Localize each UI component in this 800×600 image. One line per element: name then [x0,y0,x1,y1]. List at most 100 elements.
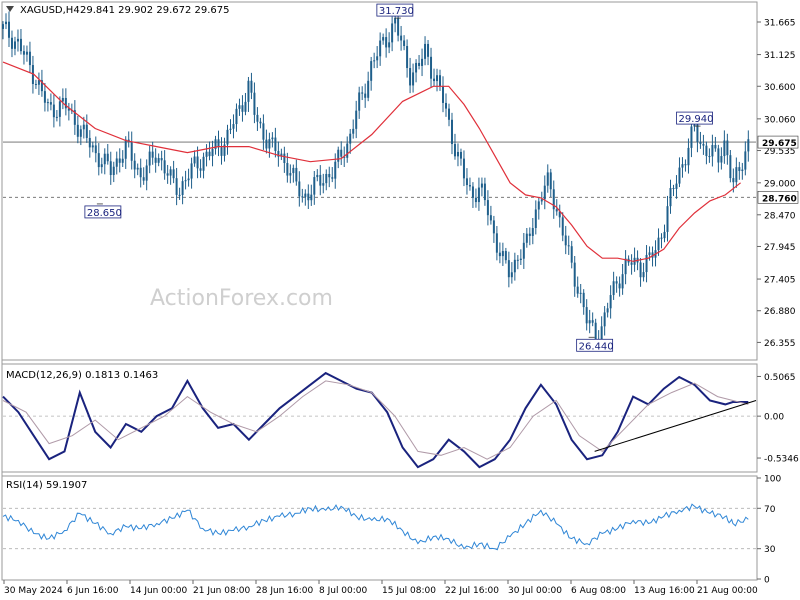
candle-body [334,161,337,179]
candle-body [172,169,175,179]
background [0,0,800,600]
candle-body [717,148,720,163]
candle-body [537,201,540,210]
time-tick-label: 14 Jun 00:00 [130,586,187,596]
candle-body [406,46,409,69]
time-tick-label: 28 Jun 16:00 [256,586,313,596]
candle-body [304,193,307,197]
candle-body [355,110,358,129]
candle-body [666,206,669,232]
candle-body [450,119,453,145]
candle-body [232,124,235,129]
candle-body [58,101,61,117]
candle-body [696,124,699,142]
candle-body [196,156,199,169]
candle-body [283,153,286,164]
time-tick-label: 21 Jun 08:00 [193,586,250,596]
candle-body [567,245,570,247]
candle-body [594,322,597,340]
candle-body [471,186,474,198]
candle-body [723,140,726,157]
candle-body [46,102,49,104]
macd-tick-label: -0.5346 [764,455,799,465]
candle-body [166,173,169,176]
price-tick-label: 27.405 [764,276,796,286]
candle-body [307,193,310,201]
candle-body [259,121,262,124]
candle-body [295,167,298,182]
candle-body [459,151,462,159]
candle-body [388,42,391,48]
candle-body [720,156,723,163]
candle-body [669,188,672,207]
annotation-label: 28.650 [87,208,122,219]
candle-body [732,178,735,183]
candle-body [510,272,513,278]
candle-body [85,124,88,138]
candle-body [193,156,196,164]
candle-body [540,199,543,202]
candle-body [364,93,367,98]
candle-body [361,92,364,94]
candle-body [519,258,522,260]
candle-body [418,62,421,66]
candle-body [337,149,340,162]
candle-body [702,143,705,146]
candle-body [555,209,558,212]
price-tick-label: 31.125 [764,51,796,61]
candle-body [483,183,486,201]
candle-body [421,58,424,66]
candle-body [585,307,588,324]
candle-body [352,128,355,134]
candle-body [690,126,693,148]
watermark: ActionForex.com [150,286,333,311]
candle-body [456,151,459,157]
candle-body [61,97,64,102]
candle-body [2,24,4,29]
candle-body [340,149,343,157]
candle-body [711,144,714,157]
candle-body [226,129,229,145]
candle-body [316,174,319,178]
candle-body [184,180,187,182]
candle-body [504,251,507,261]
candle-body [630,262,633,265]
candle-body [79,129,82,137]
candle-body [151,151,154,158]
candle-body [498,252,501,257]
rsi-label: RSI(14) 59.1907 [6,480,87,491]
time-tick-label: 22 Jul 16:00 [445,586,499,596]
candle-body [444,102,447,109]
candle-body [202,156,205,171]
symbol-label: XAGUSD,H4 [20,5,80,16]
candle-body [76,124,79,137]
candle-body [729,155,732,179]
candle-body [534,209,537,229]
candle-body [588,320,591,324]
price-tick-label: 30.060 [764,115,796,125]
candle-body [28,51,31,66]
candle-body [705,145,708,157]
candle-body [394,17,397,24]
price-tick-label: 26.355 [764,339,796,349]
candle-body [121,158,124,163]
candle-body [501,251,504,257]
ohlc-label: 29.841 29.902 29.672 29.675 [80,5,230,16]
candle-body [301,196,304,198]
candle-body [349,133,352,144]
candle-body [436,75,439,82]
candle-body [190,163,193,179]
candle-body [88,137,91,148]
candle-body [453,144,456,157]
candle-body [136,167,139,170]
candle-body [148,151,151,166]
price-tick-label: 29.000 [764,179,796,189]
candle-body [244,101,247,112]
candle-body [118,158,121,163]
candle-body [292,167,295,174]
candle-body [648,252,651,255]
candle-body [112,166,115,176]
candle-body [271,137,274,140]
candle-body [91,145,94,148]
candle-body [25,51,28,55]
